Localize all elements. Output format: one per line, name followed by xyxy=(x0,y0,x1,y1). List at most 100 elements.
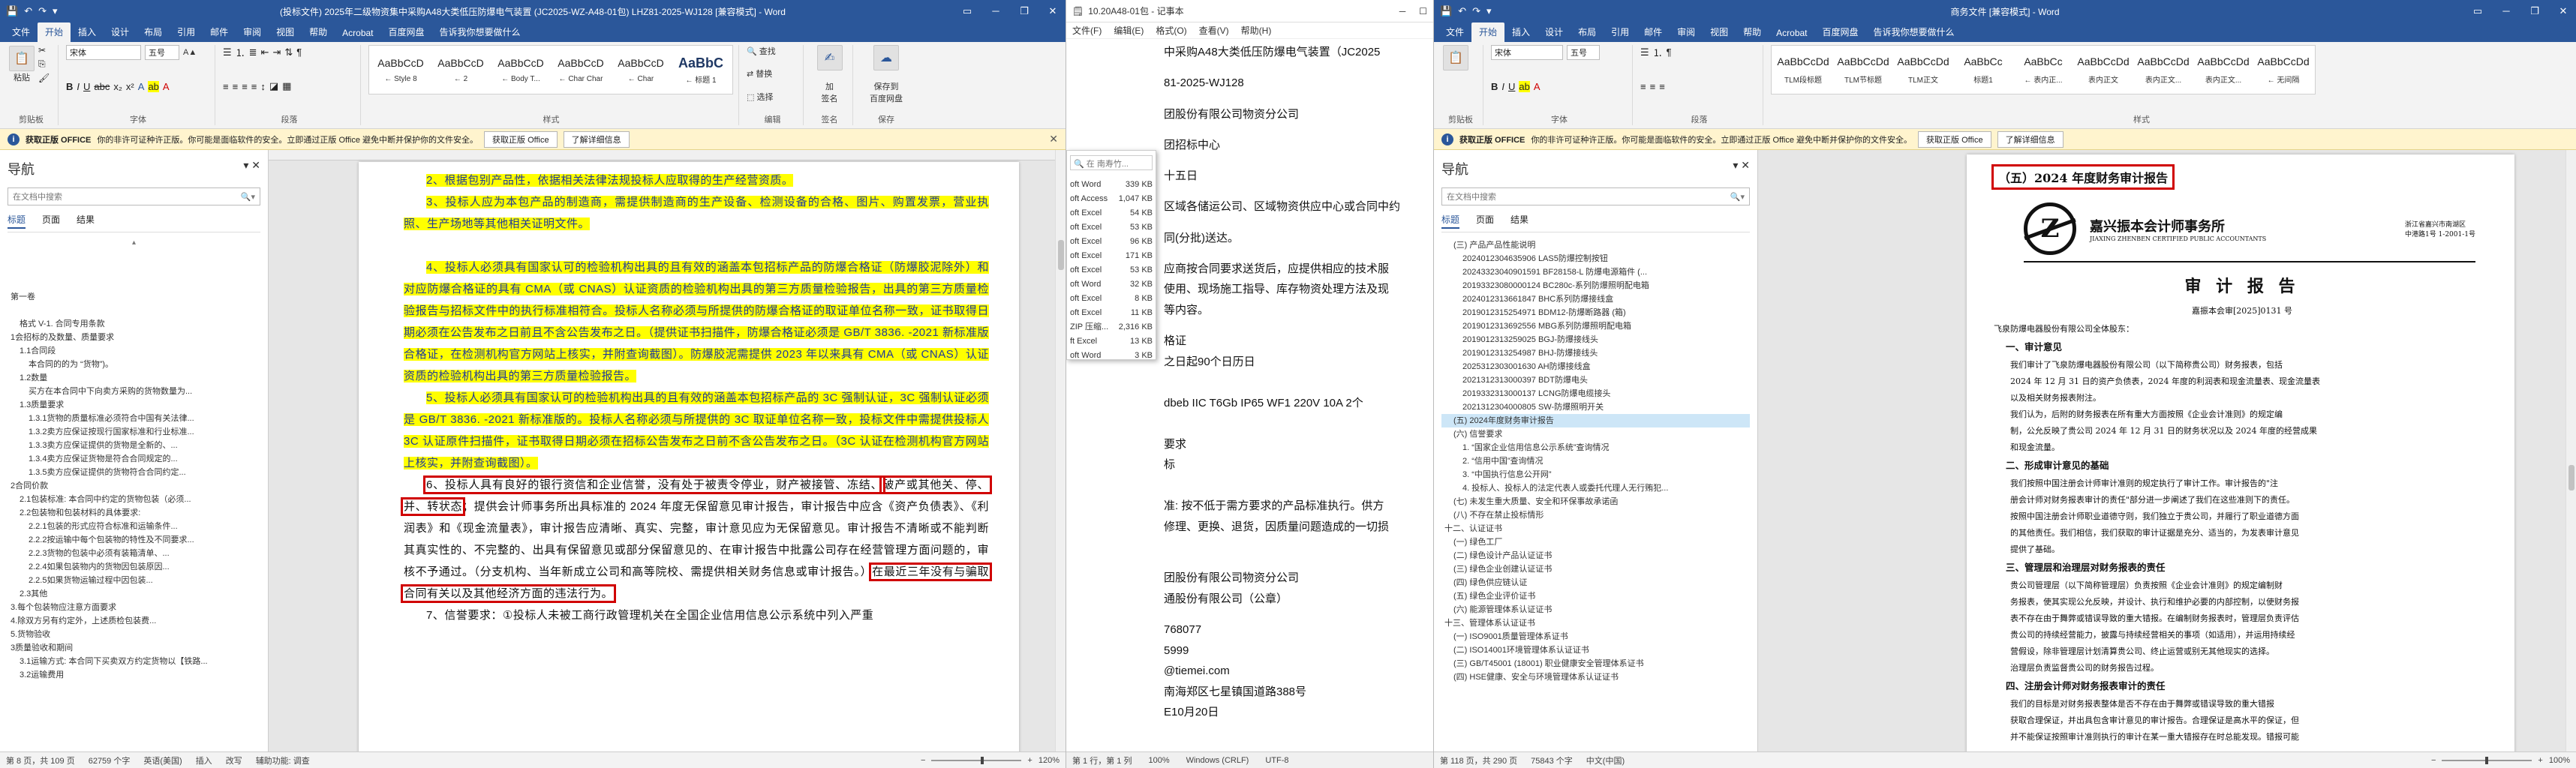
nav-item[interactable]: 1.3.4卖方应保证货物是符合合同规定的... xyxy=(8,452,260,466)
tab-headings[interactable]: 标题 xyxy=(8,213,26,229)
style-5[interactable]: AaBbC ← 标题 1 xyxy=(672,49,729,91)
nav-item[interactable]: (五) 绿色企业评价证书 xyxy=(1441,590,1750,603)
nav-item[interactable]: 20193323080000124 BC280c-系列防爆照明配电箱 xyxy=(1441,279,1750,292)
nav-item[interactable]: 1.2数量 xyxy=(8,371,260,385)
minimize-button[interactable]: ─ xyxy=(1399,6,1406,16)
file-row[interactable]: oft Excel 53 KB xyxy=(1070,220,1153,235)
sign-button[interactable]: 加 签名 xyxy=(822,80,838,104)
zoom-level[interactable]: 120% xyxy=(1039,756,1060,765)
nav-item[interactable]: (四) HSE健康、安全与环境管理体系认证证书 xyxy=(1441,670,1750,684)
nav-item[interactable]: 2025312303001630 AH防爆接线盒 xyxy=(1441,360,1750,374)
tab-9[interactable]: 帮助 xyxy=(1736,22,1769,42)
nav-item[interactable]: 1.3.3卖方应保证提供的货物是全新的、... xyxy=(8,439,260,452)
search-icon[interactable]: 🔍▾ xyxy=(241,192,255,202)
file-row[interactable]: ZIP 压缩... 2,316 KB xyxy=(1070,320,1153,334)
nav-collapse-handle[interactable]: ▴ xyxy=(8,238,260,247)
redo-icon[interactable]: ↷ xyxy=(1472,5,1480,17)
tab-2[interactable]: 插入 xyxy=(1504,22,1537,42)
find-button[interactable]: 🔍 查找 xyxy=(747,45,776,57)
nav-item[interactable]: 1会招标的及数量、质量要求 xyxy=(8,331,260,344)
nav-item[interactable]: 20240123046​35906 LAS5防爆控制按钮 xyxy=(1441,252,1750,266)
format-painter-icon[interactable]: 🖌 xyxy=(38,73,50,83)
nav-item[interactable]: (二) 绿色设计产品认证证书 xyxy=(1441,549,1750,562)
tab-headings[interactable]: 标题 xyxy=(1441,213,1460,229)
nav-item[interactable]: 2.2包装物和包装材料的具体要求: xyxy=(8,506,260,520)
tab-11[interactable]: 百度网盘 xyxy=(1815,22,1866,42)
justify-icon[interactable]: ≡ xyxy=(1659,81,1665,92)
file-row[interactable]: oft Excel 11 KB xyxy=(1070,306,1153,320)
zoom-in-icon[interactable]: + xyxy=(2538,756,2542,765)
bullets-icon[interactable]: ☰ xyxy=(1640,46,1649,58)
ribbon-display-icon[interactable]: ▭ xyxy=(2471,5,2484,17)
shading-icon[interactable]: ◪ xyxy=(269,80,278,92)
numbering-icon[interactable]: ⒈ xyxy=(236,45,245,59)
file-row[interactable]: oft Word 32 KB xyxy=(1070,278,1153,292)
menu-item[interactable]: 格式(O) xyxy=(1156,24,1186,37)
page-count[interactable]: 第 8 页，共 109 页 xyxy=(6,754,75,766)
tab-0[interactable]: 文件 xyxy=(1438,22,1471,42)
nav-item[interactable]: 1.1合同段 xyxy=(8,344,260,358)
nav-item[interactable]: 2021312304000805 SW-防爆照明开关 xyxy=(1441,400,1750,414)
menu-item[interactable]: 帮助(H) xyxy=(1241,24,1272,37)
tab-5[interactable]: 引用 xyxy=(1604,22,1637,42)
tab-pages[interactable]: 页面 xyxy=(1476,213,1494,229)
customize-qat-icon[interactable]: ▾ xyxy=(53,5,58,17)
save-icon[interactable]: 💾 xyxy=(1440,5,1452,17)
explorer-search-input[interactable]: 🔍 在 南寿竹... xyxy=(1070,155,1153,170)
nav-item[interactable]: 3. “中国执行信息公开网” xyxy=(1441,468,1750,482)
nav-item[interactable]: (二) ISO14001环境管理体系认证证书 xyxy=(1441,644,1750,657)
style-3[interactable]: AaBbCc 标题1 xyxy=(1955,49,2012,91)
tab-6[interactable]: 邮件 xyxy=(1637,22,1670,42)
nav-item[interactable]: 2.3其他 xyxy=(8,587,260,601)
nav-item[interactable]: 2019332313000137 LCNG防爆电缆接头 xyxy=(1441,387,1750,400)
zoom-out-icon[interactable]: − xyxy=(921,756,925,765)
nav-item[interactable]: 买方在本合同中下向卖方采购的货物数量为... xyxy=(8,385,260,398)
word-count[interactable]: 62759 个字 xyxy=(89,754,131,766)
save-to-baidu-button[interactable]: 保存到 百度网盘 xyxy=(870,80,903,104)
text-effects-icon[interactable]: A xyxy=(138,81,145,92)
subscript-icon[interactable]: x₂ xyxy=(113,81,122,92)
align-right-icon[interactable]: ≡ xyxy=(242,81,248,92)
style-0[interactable]: AaBbCcD ← Style 8 xyxy=(372,49,429,91)
style-2[interactable]: AaBbCcD ← Body T... xyxy=(492,49,549,91)
nav-item[interactable]: 2.2.4如果包装物内的货物因包装原因... xyxy=(8,560,260,574)
tab-12[interactable]: 告诉我你想要做什么 xyxy=(1866,22,1962,42)
nav-item[interactable]: 2. “信用中国”查询情况 xyxy=(1441,454,1750,468)
tab-6[interactable]: 邮件 xyxy=(203,22,236,42)
nav-item[interactable]: 2.1包装标准: 本合同中约定的货物包装（必须... xyxy=(8,493,260,506)
nav-item[interactable]: 4. 投标人、投标人的法定代表人或委托代理人无行贿犯... xyxy=(1441,482,1750,495)
bold-icon[interactable]: B xyxy=(66,81,73,92)
nav-item[interactable]: 十二、认证证书 xyxy=(1441,522,1750,536)
sign-icon[interactable]: ✍ xyxy=(816,45,843,70)
customize-qat-icon[interactable]: ▾ xyxy=(1486,5,1492,17)
nav-item[interactable] xyxy=(8,304,260,317)
file-row[interactable]: ft Excel 13 KB xyxy=(1070,334,1153,349)
close-button[interactable]: ✕ xyxy=(1046,5,1060,17)
style-8[interactable]: AaBbCcDd ← 无间隔 xyxy=(2255,49,2312,91)
language[interactable]: 中文(中国) xyxy=(1586,754,1625,766)
nav-item[interactable]: (四) 绿色供应链认证 xyxy=(1441,576,1750,590)
menu-item[interactable]: 文件(F) xyxy=(1072,24,1102,37)
font-size-select[interactable]: 五号 xyxy=(145,45,179,60)
nav-item[interactable]: 3.每个包装物应注意方面要求 xyxy=(8,601,260,614)
file-row[interactable]: oft Excel 96 KB xyxy=(1070,235,1153,249)
style-6[interactable]: AaBbCcDd 表内正文... xyxy=(2135,49,2192,91)
italic-icon[interactable]: I xyxy=(77,81,80,92)
tab-12[interactable]: 告诉我你想要做什么 xyxy=(432,22,528,42)
style-5[interactable]: AaBbCcDd 表内正文 xyxy=(2075,49,2132,91)
line-spacing-icon[interactable]: ↕ xyxy=(260,81,266,92)
nav-item[interactable]: 2021312313000397 BDT防爆电头 xyxy=(1441,374,1750,387)
zoom-slider[interactable] xyxy=(931,756,1022,764)
insert-mode[interactable]: 插入 xyxy=(196,754,212,766)
numbering-icon[interactable]: ⒈ xyxy=(1653,45,1663,59)
style-1[interactable]: AaBbCcD ← 2 xyxy=(432,49,489,91)
justify-icon[interactable]: ≡ xyxy=(251,81,257,92)
superscript-icon[interactable]: x² xyxy=(126,81,134,92)
file-row[interactable]: oft Word 339 KB xyxy=(1070,178,1153,192)
nav-item[interactable]: 2合同价款 xyxy=(8,479,260,493)
overtype-mode[interactable]: 改写 xyxy=(226,754,242,766)
tab-11[interactable]: 百度网盘 xyxy=(381,22,432,42)
style-3[interactable]: AaBbCcD ← Char Char xyxy=(552,49,609,91)
nav-item[interactable]: (一) ISO9001质量管理体系证书 xyxy=(1441,630,1750,644)
nav-item[interactable]: 5.货物验收 xyxy=(8,628,260,641)
